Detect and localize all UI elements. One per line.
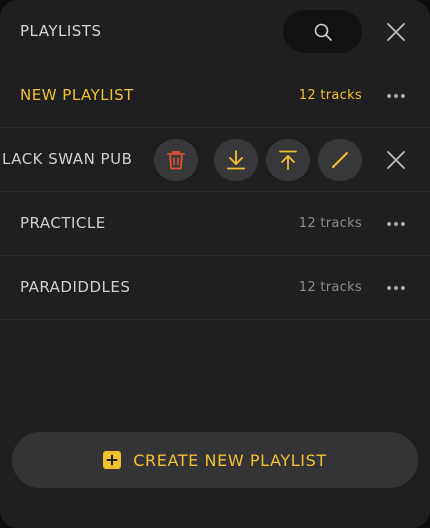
rename-button[interactable] <box>318 139 362 181</box>
track-count: 12 tracks <box>298 88 362 103</box>
plus-square-icon <box>103 451 122 469</box>
close-edit-button[interactable] <box>380 144 412 176</box>
playlist-row-new-playlist[interactable]: NEW PLAYLIST 12 tracks <box>0 64 430 128</box>
create-new-playlist-button[interactable]: CREATE NEW PLAYLIST <box>12 432 418 488</box>
playlists-panel: PLAYLISTS NEW PLAYLIST 12 tracks LACK SW… <box>0 0 430 528</box>
playlist-row-practicle[interactable]: PRACTICLE 12 tracks <box>0 192 430 256</box>
search-button[interactable] <box>283 10 362 53</box>
upload-button[interactable] <box>266 139 310 181</box>
create-button-label: CREATE NEW PLAYLIST <box>133 450 327 470</box>
upload-icon <box>279 150 297 170</box>
close-button[interactable] <box>380 16 412 48</box>
page-title: PLAYLISTS <box>20 22 102 40</box>
playlist-name: PRACTICLE <box>20 214 106 232</box>
track-count: 12 tracks <box>298 280 362 295</box>
playlist-name: LACK SWAN PUB <box>2 150 133 168</box>
download-button[interactable] <box>214 139 258 181</box>
more-icon <box>387 222 405 226</box>
track-count: 12 tracks <box>298 216 362 231</box>
delete-button[interactable] <box>154 139 198 181</box>
playlist-row-lack-swan-pub[interactable]: LACK SWAN PUB <box>0 128 430 192</box>
playlist-row-paradiddles[interactable]: PARADIDDLES 12 tracks <box>0 256 430 320</box>
more-icon <box>387 94 405 98</box>
rename-icon <box>332 152 348 168</box>
playlist-name: NEW PLAYLIST <box>20 86 134 104</box>
playlist-name: PARADIDDLES <box>20 278 131 296</box>
more-options-button[interactable] <box>380 208 412 240</box>
close-icon <box>387 23 405 41</box>
close-icon <box>387 151 405 169</box>
trash-icon <box>167 151 185 170</box>
search-icon <box>314 23 332 41</box>
panel-header: PLAYLISTS <box>0 0 430 64</box>
more-options-button[interactable] <box>380 272 412 304</box>
download-icon <box>227 150 245 170</box>
more-options-button[interactable] <box>380 80 412 112</box>
more-icon <box>387 286 405 290</box>
